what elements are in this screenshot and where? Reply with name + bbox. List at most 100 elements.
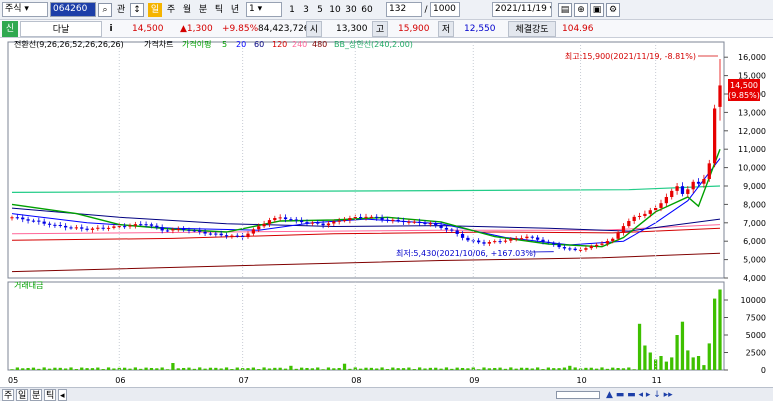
interval-60-button[interactable]: 60 (360, 3, 374, 17)
candle (321, 223, 325, 226)
save-icon[interactable]: ▣ (590, 3, 604, 17)
interval-1-button[interactable]: 1 (286, 3, 298, 17)
nav-icons[interactable]: ▲ ▬ ▬ ◂ ▸ ↓ ▸▸ (606, 388, 673, 401)
volume-bar (80, 367, 84, 370)
max-count-input[interactable]: 1000 (430, 2, 460, 17)
print-icon[interactable]: ▤ (558, 3, 572, 17)
volume-bar (64, 368, 68, 370)
price-chart[interactable]: 4,000 5,000 6,000 7,000 8,000 9,000 10,000 11,0… (0, 38, 773, 387)
related-button[interactable]: 관 (114, 3, 128, 17)
interval-select[interactable]: 1 ▾ (246, 2, 282, 17)
volume-bar (643, 345, 647, 370)
volume-bar (589, 367, 593, 370)
candle (337, 220, 341, 222)
volume-bar (670, 357, 674, 370)
candle (525, 236, 529, 239)
candle (112, 226, 116, 228)
volume-bar (654, 359, 658, 370)
y-tick-label: 4,000 (743, 274, 766, 283)
volume-bar (133, 367, 137, 370)
volume-bar (562, 367, 567, 370)
candle (466, 237, 470, 241)
period-tick-button[interactable]: 틱 (212, 3, 226, 17)
volume-bar (616, 367, 620, 370)
candle (246, 233, 250, 238)
search-icon[interactable]: ⌕ (98, 3, 112, 17)
volume-bar (219, 368, 223, 370)
y-tick-label: 10,000 (738, 164, 766, 173)
market-select[interactable]: 주식 ▾ (2, 2, 48, 17)
volume-bar (106, 367, 111, 370)
interval-5-button[interactable]: 5 (314, 3, 326, 17)
candle (224, 235, 229, 237)
candle (187, 229, 191, 231)
price-pane[interactable] (7, 41, 725, 279)
strength-value: 104.96 (562, 24, 594, 34)
volume-bar (519, 367, 524, 370)
settings-icon[interactable]: ⚙ (606, 3, 620, 17)
volume-bar (541, 369, 545, 370)
interval-10-button[interactable]: 10 (328, 3, 342, 17)
percent-toggle-icon[interactable]: ↕ (130, 3, 144, 17)
volume-bar (637, 323, 642, 370)
volume-bar (648, 352, 652, 370)
candle (257, 226, 261, 230)
period-year-button[interactable]: 년 (228, 3, 242, 17)
legend-ma-120: 120 (272, 40, 287, 49)
candle (230, 235, 234, 237)
candle (117, 226, 121, 228)
x-tick-label: 11 (652, 376, 662, 385)
volume-bar (337, 367, 341, 370)
period-weekly-button[interactable]: 주 (164, 3, 178, 17)
zoom-slider[interactable] (556, 391, 600, 399)
candle (128, 225, 132, 227)
scroll-left-icon[interactable]: ◂ (58, 389, 67, 401)
zoom-icon[interactable]: ⊕ (574, 3, 588, 17)
display-count-input[interactable]: 132 (386, 2, 422, 17)
volume-bar (58, 367, 62, 370)
tab-daily[interactable]: 일 (16, 389, 29, 401)
volume-bar (675, 335, 679, 370)
candle (519, 238, 524, 240)
stock-code-input[interactable]: 064260 (50, 2, 96, 17)
period-minute-button[interactable]: 분 (196, 3, 210, 17)
volume-bar (176, 368, 180, 370)
candle (444, 227, 449, 230)
volume-bar (546, 367, 550, 370)
legend-ma: 가격이평 (182, 39, 211, 49)
candle (412, 221, 416, 223)
interval-3-button[interactable]: 3 (300, 3, 312, 17)
volume-bar (348, 368, 352, 370)
tab-weekly[interactable]: 주 (2, 389, 15, 401)
date-value: 2021/11/19 (495, 4, 547, 14)
candle (235, 235, 239, 237)
volume-bar (391, 367, 395, 370)
candle (595, 244, 599, 247)
date-picker[interactable]: 2021/11/19 ▾ (492, 2, 552, 17)
candle (273, 218, 277, 221)
candle (713, 108, 717, 164)
interval-30-button[interactable]: 30 (344, 3, 358, 17)
candle (348, 218, 352, 221)
candle (96, 227, 100, 229)
volume-bar (444, 367, 449, 370)
tab-tick[interactable]: 틱 (44, 389, 57, 401)
high-label: 고 (372, 21, 388, 37)
volume-bar (359, 368, 363, 370)
y-tick-label: 7,000 (743, 219, 766, 228)
info-icon[interactable]: i (104, 21, 118, 37)
volume-pane[interactable] (7, 281, 725, 371)
volume-bar (536, 367, 540, 370)
price-change: ▲1,300 (180, 24, 213, 34)
candle (396, 219, 400, 221)
period-daily-button[interactable]: 일 (148, 3, 162, 17)
tab-minute[interactable]: 분 (30, 389, 43, 401)
candle (90, 228, 95, 230)
volume-bar (434, 367, 438, 370)
period-monthly-button[interactable]: 월 (180, 3, 194, 17)
candle (439, 225, 443, 228)
volume-bar (680, 321, 685, 370)
volume-bar (664, 361, 668, 370)
candle (670, 190, 674, 198)
candle (498, 241, 502, 243)
